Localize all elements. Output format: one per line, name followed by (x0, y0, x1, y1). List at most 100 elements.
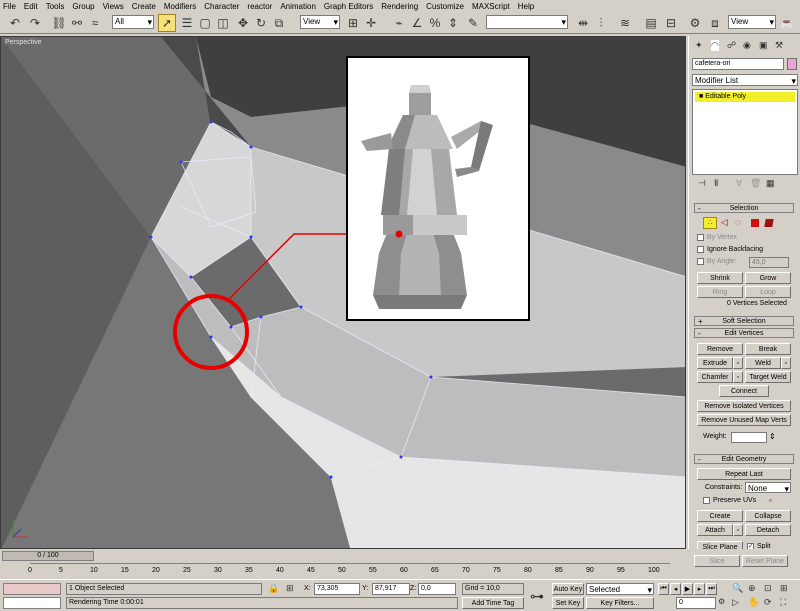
maximize-viewport-icon[interactable]: ⛶ (780, 597, 786, 608)
time-slider[interactable]: 0 / 100 (2, 551, 94, 561)
redo-icon[interactable]: ↷ (26, 14, 44, 32)
create-button[interactable]: Create (697, 510, 743, 522)
connect-button[interactable]: Connect (719, 385, 769, 397)
ring-button[interactable]: Ring (697, 286, 743, 298)
menu-item-reactor[interactable]: reactor (247, 2, 272, 11)
menu-item-maxscript[interactable]: MAXScript (472, 2, 510, 11)
utilities-tab-icon[interactable]: ⚒ (775, 40, 783, 51)
auto-key-button[interactable]: Auto Key (552, 583, 584, 595)
mirror-icon[interactable]: ⇹ (574, 14, 592, 32)
extrude-settings-icon[interactable]: ▫ (733, 357, 743, 369)
menu-item-views[interactable]: Views (103, 2, 124, 11)
by-angle-field[interactable]: 45,0 (749, 257, 789, 268)
menu-item-help[interactable]: Help (518, 2, 534, 11)
preserve-uvs-settings-icon[interactable]: ▫ (769, 496, 772, 505)
menu-item-graph-editors[interactable]: Graph Editors (324, 2, 373, 11)
maxscript-mini-listener[interactable] (3, 597, 61, 609)
reference-coord-dropdown[interactable]: View (300, 15, 340, 29)
menu-item-group[interactable]: Group (72, 2, 94, 11)
stack-item-editable-poly[interactable]: ■ Editable Poly (695, 92, 795, 102)
z-coordinate-field[interactable]: 0,0 (418, 583, 456, 595)
angle-snap-icon[interactable]: ∠ (408, 14, 426, 32)
pin-stack-icon[interactable]: ⊣ (698, 178, 706, 189)
time-config-icon[interactable]: ⚙ (718, 597, 725, 606)
named-selection-dropdown[interactable] (486, 15, 568, 29)
motion-tab-icon[interactable]: ◉ (743, 40, 751, 51)
set-key-button[interactable]: Set Key (552, 597, 584, 609)
by-vertex-checkbox[interactable]: By Vertex (697, 234, 737, 241)
target-weld-button[interactable]: Target Weld (745, 371, 791, 383)
chamfer-settings-icon[interactable]: ▫ (733, 371, 743, 383)
menu-item-character[interactable]: Character (204, 2, 239, 11)
show-end-result-icon[interactable]: Ⅱ (714, 178, 718, 189)
pan-icon[interactable]: ✋ (748, 597, 759, 608)
by-angle-checkbox[interactable]: By Angle: (697, 258, 737, 265)
snap-icon[interactable]: ⌁ (390, 14, 408, 32)
select-by-name-icon[interactable]: ☰ (178, 14, 196, 32)
select-move-icon[interactable]: ✥ (234, 14, 252, 32)
zoom-extents-icon[interactable]: ⊡ (764, 583, 772, 594)
prev-frame-icon[interactable]: ◂ (670, 583, 681, 595)
quick-render-icon[interactable]: ☕ (778, 14, 796, 32)
schematic-icon[interactable]: ⊟ (662, 14, 680, 32)
go-to-start-icon[interactable]: ⏮ (658, 583, 669, 595)
select-manipulate-icon[interactable]: ✛ (362, 14, 380, 32)
zoom-extents-all-icon[interactable]: ⊞ (780, 583, 788, 594)
edge-mode-icon[interactable]: ◁ (721, 217, 728, 228)
ignore-backfacing-checkbox[interactable]: Ignore Backfacing (697, 246, 763, 253)
vertex-mode-icon[interactable]: ∴ (703, 217, 717, 229)
viewport-label[interactable]: Perspective (5, 39, 42, 46)
curve-editor-icon[interactable]: ▤ (642, 14, 660, 32)
key-mode-dropdown[interactable]: Selected (586, 583, 654, 596)
expand-icon[interactable]: ■ (699, 93, 703, 100)
link-icon[interactable]: ⛓ (50, 14, 68, 32)
menu-item-file[interactable]: File (3, 2, 16, 11)
play-icon[interactable]: ▶ (682, 583, 693, 595)
zoom-icon[interactable]: 🔍 (732, 583, 743, 594)
attach-button[interactable]: Attach (697, 524, 733, 536)
configure-sets-icon[interactable]: ▦ (766, 178, 775, 189)
loop-button[interactable]: Loop (745, 286, 791, 298)
weight-spinner-icon[interactable]: ⇕ (769, 432, 776, 441)
remove-button[interactable]: Remove (697, 343, 743, 355)
spinner-snap-icon[interactable]: ⇕ (444, 14, 462, 32)
object-name-field[interactable]: cafetera-ori (692, 58, 784, 70)
y-coordinate-field[interactable]: 87,917 (372, 583, 410, 595)
menu-item-animation[interactable]: Animation (280, 2, 316, 11)
x-coordinate-field[interactable]: 73,305 (314, 583, 360, 595)
next-frame-icon[interactable]: ▸ (694, 583, 705, 595)
remove-modifier-icon[interactable]: 🗑 (750, 178, 761, 189)
attach-settings-icon[interactable]: ▫ (733, 524, 743, 536)
go-to-end-icon[interactable]: ⏭ (706, 583, 717, 595)
pivot-center-icon[interactable]: ⊞ (344, 14, 362, 32)
render-setup-icon[interactable]: ⧈ (706, 14, 724, 32)
edit-named-sel-icon[interactable]: ✎ (464, 14, 482, 32)
zoom-all-icon[interactable]: ⊕ (748, 583, 756, 594)
select-object-icon[interactable]: ➚ (158, 14, 176, 32)
track-bar[interactable]: 0 5 10 15 20 25 30 35 40 45 50 55 60 65 70 75 80 85 90 95 10… (28, 563, 670, 577)
weight-field[interactable] (731, 432, 767, 443)
bind-icon[interactable]: ≈ (86, 14, 104, 32)
polygon-mode-icon[interactable] (751, 219, 759, 227)
menu-item-rendering[interactable]: Rendering (381, 2, 418, 11)
perspective-viewport[interactable]: Perspective (0, 36, 686, 549)
element-mode-icon[interactable] (764, 219, 774, 227)
constraints-dropdown[interactable]: None (745, 482, 791, 495)
weld-button[interactable]: Weld (745, 357, 781, 369)
selection-rollout-header[interactable]: - Selection (694, 203, 794, 213)
window-crossing-icon[interactable]: ◫ (214, 14, 232, 32)
selection-filter-dropdown[interactable]: All (112, 15, 154, 29)
edit-vertices-rollout-header[interactable]: - Edit Vertices (694, 328, 794, 338)
edit-geometry-rollout-header[interactable]: - Edit Geometry (694, 454, 794, 464)
absolute-mode-icon[interactable]: ⊞ (286, 583, 294, 594)
soft-selection-rollout-header[interactable]: + Soft Selection (694, 316, 794, 326)
menu-item-create[interactable]: Create (132, 2, 156, 11)
reset-plane-button[interactable]: Reset Plane (742, 555, 788, 567)
remove-unused-map-verts-button[interactable]: Remove Unused Map Verts (697, 414, 791, 426)
weld-settings-icon[interactable]: ▫ (781, 357, 791, 369)
unlink-icon[interactable]: ⚯ (68, 14, 86, 32)
border-mode-icon[interactable]: ◌ (735, 217, 740, 227)
shrink-button[interactable]: Shrink (697, 272, 743, 284)
current-frame-field[interactable]: 0 (676, 597, 716, 609)
detach-button[interactable]: Detach (745, 524, 791, 536)
